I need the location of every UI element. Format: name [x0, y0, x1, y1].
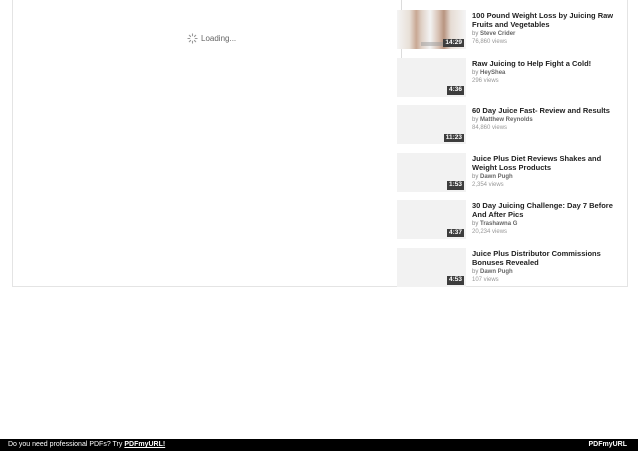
by-prefix: by — [472, 221, 479, 227]
video-views: 76,860 views — [472, 39, 508, 45]
video-author[interactable]: Dawn Pugh — [480, 269, 513, 275]
video-views: 296 views — [472, 77, 499, 84]
video-duration: 4:53 — [446, 276, 464, 285]
video-author-line: by HeyShea — [472, 69, 617, 77]
video-thumbnail[interactable]: 1:53 — [397, 152, 466, 192]
related-video-item[interactable]: 1:53 Juice Plus Diet Reviews Shakes and … — [397, 152, 622, 201]
video-duration: 14:29 — [443, 38, 464, 47]
by-prefix: by — [472, 173, 479, 180]
promo-link[interactable]: PDFmyURL! — [124, 441, 165, 448]
video-author[interactable]: Matthew Reynolds — [480, 117, 533, 123]
video-title[interactable]: 60 Day Juice Fast- Review and Results — [472, 106, 617, 115]
related-video-item[interactable]: 14:29 100 Pound Weight Loss by Juicing R… — [397, 10, 622, 58]
player-loading: Loading... — [187, 33, 236, 44]
video-title[interactable]: 100 Pound Weight Loss by Juicing Raw Fru… — [472, 11, 617, 29]
video-title[interactable]: 30 Day Juicing Challenge: Day 7 Before A… — [472, 201, 617, 219]
video-duration: 4:36 — [446, 86, 464, 95]
loading-text: Loading... — [201, 34, 237, 43]
video-duration: 1:53 — [446, 181, 464, 190]
video-title[interactable]: Juice Plus Diet Reviews Shakes and Weigh… — [472, 154, 617, 172]
video-title[interactable]: Raw Juicing to Help Fight a Cold! — [472, 59, 617, 68]
video-author-line: by Trashawna G — [472, 220, 617, 228]
video-title[interactable]: Juice Plus Distributor Commissions Bonus… — [472, 249, 617, 267]
video-thumbnail[interactable]: 4:36 — [397, 57, 466, 97]
by-prefix: by — [472, 31, 479, 37]
by-prefix: by — [472, 268, 479, 275]
pdfmyurl-logo[interactable]: PDFmyURL — [588, 439, 627, 451]
video-author-line: by Dawn Pugh — [472, 173, 617, 181]
video-meta: Raw Juicing to Help Fight a Cold! by Hey… — [472, 59, 617, 85]
by-prefix: by — [472, 117, 479, 123]
promo-prompt: Do you need professional PDFs? Try — [8, 441, 125, 448]
related-video-item[interactable]: 4:53 Juice Plus Distributor Commissions … — [397, 247, 622, 296]
video-duration: 11:23 — [443, 133, 464, 142]
video-thumbnail[interactable]: 4:53 — [397, 247, 466, 287]
video-duration: 4:37 — [446, 228, 464, 237]
video-views: 84,860 views — [472, 125, 508, 131]
video-views: 2,354 views — [472, 181, 504, 188]
video-author-line: by Dawn Pugh — [472, 268, 617, 276]
video-author[interactable]: HeyShea — [480, 70, 505, 76]
related-video-item[interactable]: 4:37 30 Day Juicing Challenge: Day 7 Bef… — [397, 200, 622, 248]
video-views: 20,234 views — [472, 229, 508, 235]
video-author[interactable]: Steve Crider — [480, 31, 515, 37]
video-thumbnail[interactable]: 14:29 — [397, 10, 466, 49]
by-prefix: by — [472, 69, 479, 76]
promo-text: Do you need professional PDFs? Try PDFmy… — [8, 439, 165, 451]
video-author[interactable]: Trashawna G — [480, 221, 517, 227]
loading-spinner-icon — [187, 33, 198, 44]
related-video-item[interactable]: 4:36 Raw Juicing to Help Fight a Cold! b… — [397, 57, 622, 106]
video-author[interactable]: Dawn Pugh — [480, 174, 513, 180]
video-meta: 30 Day Juicing Challenge: Day 7 Before A… — [472, 201, 617, 236]
video-meta: 60 Day Juice Fast- Review and Results by… — [472, 106, 617, 132]
video-meta: 100 Pound Weight Loss by Juicing Raw Fru… — [472, 11, 617, 46]
video-thumbnail[interactable]: 4:37 — [397, 200, 466, 239]
pdf-promo-bar: Do you need professional PDFs? Try PDFmy… — [0, 439, 638, 451]
video-author-line: by Matthew Reynolds — [472, 116, 617, 124]
video-meta: Juice Plus Distributor Commissions Bonus… — [472, 249, 617, 284]
video-meta: Juice Plus Diet Reviews Shakes and Weigh… — [472, 154, 617, 189]
video-views: 107 views — [472, 276, 499, 283]
related-video-item[interactable]: 11:23 60 Day Juice Fast- Review and Resu… — [397, 105, 622, 153]
video-author-line: by Steve Crider — [472, 30, 617, 38]
video-thumbnail[interactable]: 11:23 — [397, 105, 466, 144]
related-videos-list: 14:29 100 Pound Weight Loss by Juicing R… — [397, 10, 622, 295]
